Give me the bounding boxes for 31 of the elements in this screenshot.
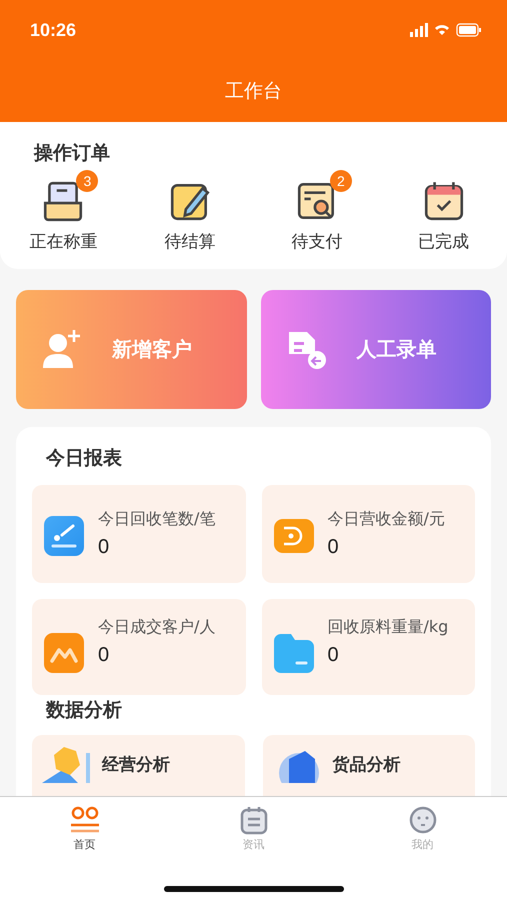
count-badge: 3 — [76, 170, 98, 192]
stat-value: 0 — [328, 536, 340, 559]
order-status-button[interactable]: 已完成 — [380, 168, 507, 253]
stat-value: 0 — [328, 644, 340, 667]
order-status-button[interactable]: 2 待支付 — [254, 168, 380, 253]
analysis-card[interactable]: 经营分析 — [32, 735, 244, 796]
order-status-button[interactable]: 待结算 — [126, 168, 254, 253]
calendar-note-tab-icon — [238, 805, 268, 835]
wifi-icon — [434, 24, 450, 36]
count-badge: 2 — [330, 170, 352, 192]
stat-label: 今日营收金额/元 — [328, 509, 445, 530]
analysis-card[interactable]: 货品分析 — [262, 735, 475, 796]
status-time: 10:26 — [30, 20, 76, 40]
stat-label: 回收原料重量/kg — [328, 617, 448, 638]
wallet-icon — [274, 516, 314, 556]
home-tab-icon — [70, 805, 100, 835]
section-title: 今日报表 — [44, 446, 123, 471]
order-status-button[interactable]: 3 正在称重 — [0, 168, 127, 253]
battery-icon — [456, 23, 481, 37]
face-tab-icon — [408, 805, 438, 835]
tab-bar-item[interactable]: 首页 — [0, 805, 169, 852]
page-title: 工作台 — [225, 79, 282, 104]
stat-label: 今日成交客户/人 — [98, 617, 216, 638]
stat-label: 今日回收笔数/笔 — [98, 509, 216, 530]
section-title: 数据分析 — [44, 698, 123, 723]
folder-icon — [274, 633, 314, 673]
stat-value: 0 — [98, 644, 110, 667]
mountain-chart-icon — [44, 633, 84, 673]
signal-icon — [410, 23, 428, 37]
section-title: 操作订单 — [32, 141, 111, 166]
stat-value: 0 — [98, 536, 110, 559]
